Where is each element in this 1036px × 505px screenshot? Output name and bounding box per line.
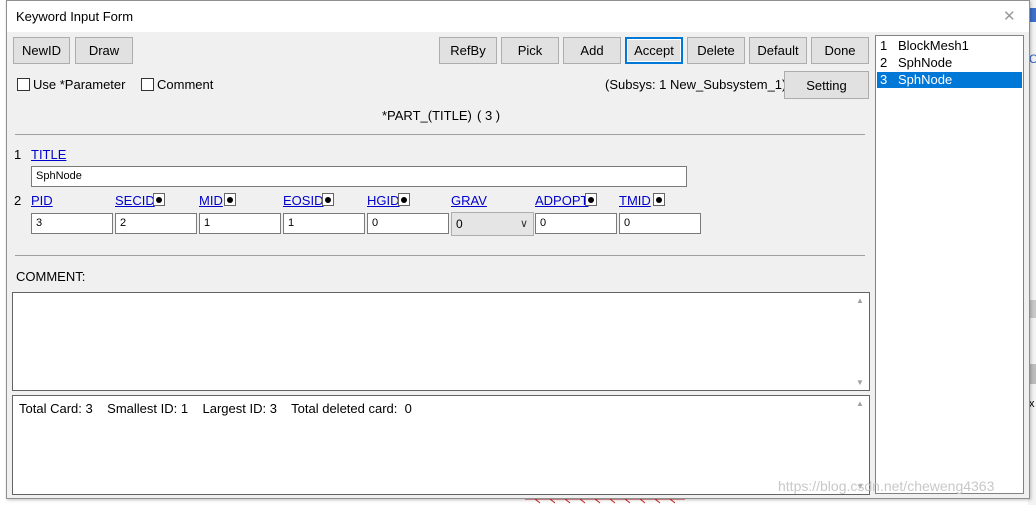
chevron-down-icon: ∨ [519, 218, 528, 230]
pick-button[interactable]: Pick [501, 37, 559, 64]
background-app-mark [1030, 300, 1036, 318]
mid-input[interactable]: 1 [199, 213, 281, 234]
comment-label: COMMENT: [16, 269, 86, 284]
status-text: Total Card: 3 Smallest ID: 1 Largest ID:… [19, 401, 412, 416]
field-link-hgid[interactable]: HGID [367, 193, 400, 208]
pid-input[interactable]: 3 [31, 213, 113, 234]
status-textarea[interactable]: Total Card: 3 Smallest ID: 1 Largest ID:… [12, 395, 870, 495]
divider [15, 255, 865, 256]
field-link-pid[interactable]: PID [31, 193, 53, 208]
comment-checkbox[interactable] [141, 78, 154, 91]
list-item-selected[interactable]: 3 SphNode [877, 72, 1022, 88]
eosid-pick-icon[interactable] [322, 193, 334, 206]
title-bar: Keyword Input Form ✕ [7, 1, 1029, 32]
scroll-up-icon[interactable]: ▲ [856, 399, 864, 408]
hgid-pick-icon[interactable] [398, 193, 410, 206]
done-button[interactable]: Done [811, 37, 869, 64]
setting-button[interactable]: Setting [784, 71, 869, 99]
adpopt-input[interactable]: 0 [535, 213, 617, 234]
use-parameter-checkbox[interactable] [17, 78, 30, 91]
card-row-number: 1 [14, 147, 22, 162]
keyword-input-form-window: Keyword Input Form ✕ NewID Draw RefBy Pi… [6, 0, 1030, 499]
title-input[interactable]: SphNode [31, 166, 687, 187]
field-link-adpopt[interactable]: ADPOPT [535, 193, 588, 208]
divider [15, 134, 865, 135]
secid-input[interactable]: 2 [115, 213, 197, 234]
list-item-name: SphNode [898, 72, 953, 87]
background-app-mark-c: C [1029, 52, 1036, 66]
default-button[interactable]: Default [749, 37, 807, 64]
tmid-input[interactable]: 0 [619, 213, 701, 234]
comment-checkbox-label: Comment [157, 77, 214, 92]
scroll-up-icon[interactable]: ▲ [856, 296, 864, 305]
tmid-pick-icon[interactable] [653, 193, 665, 206]
grav-select[interactable]: 0 ∨ [451, 212, 534, 236]
comment-textarea[interactable]: ▲ ▼ [12, 292, 870, 391]
secid-pick-icon[interactable] [153, 193, 165, 206]
list-item-number: 1 [880, 38, 888, 53]
use-parameter-label: Use *Parameter [33, 77, 126, 92]
watermark: https://blog.csdn.net/cheweng4363 [778, 478, 995, 494]
window-title: Keyword Input Form [16, 9, 134, 24]
add-button[interactable]: Add [563, 37, 621, 64]
draw-button[interactable]: Draw [75, 37, 133, 64]
field-link-eosid[interactable]: EOSID [283, 193, 323, 208]
background-app-mark [1030, 8, 1036, 22]
list-item-name: SphNode [898, 55, 953, 70]
newid-button[interactable]: NewID [13, 37, 70, 64]
hgid-input[interactable]: 0 [367, 213, 449, 234]
list-item[interactable]: 2 SphNode [877, 55, 1022, 71]
field-link-title[interactable]: TITLE [31, 147, 66, 162]
field-link-tmid[interactable]: TMID [619, 193, 651, 208]
scroll-down-icon[interactable]: ▼ [856, 378, 864, 387]
list-item-name: BlockMesh1 [898, 38, 969, 53]
mid-pick-icon[interactable] [224, 193, 236, 206]
field-link-mid[interactable]: MID [199, 193, 223, 208]
close-icon[interactable]: ✕ [1003, 7, 1016, 25]
delete-button[interactable]: Delete [687, 37, 745, 64]
refby-button[interactable]: RefBy [439, 37, 497, 64]
part-list[interactable]: 1 BlockMesh1 2 SphNode 3 SphNode [875, 35, 1024, 494]
keyword-count: ( 3 ) [477, 108, 501, 123]
accept-button[interactable]: Accept [625, 37, 683, 64]
comment-scrollbar[interactable]: ▲ ▼ [853, 294, 868, 389]
list-item-number: 3 [880, 72, 888, 87]
field-link-grav[interactable]: GRAV [451, 193, 487, 208]
card-row-number: 2 [14, 193, 22, 208]
adpopt-pick-icon[interactable] [585, 193, 597, 206]
list-item-number: 2 [880, 55, 888, 70]
grav-select-value: 0 [456, 217, 463, 231]
eosid-input[interactable]: 1 [283, 213, 365, 234]
background-app-mark [1030, 364, 1036, 384]
subsystem-label: (Subsys: 1 New_Subsystem_1) [605, 77, 787, 92]
keyword-title: *PART_(TITLE) [382, 108, 472, 123]
field-link-secid[interactable]: SECID [115, 193, 155, 208]
list-item[interactable]: 1 BlockMesh1 [877, 38, 1022, 54]
